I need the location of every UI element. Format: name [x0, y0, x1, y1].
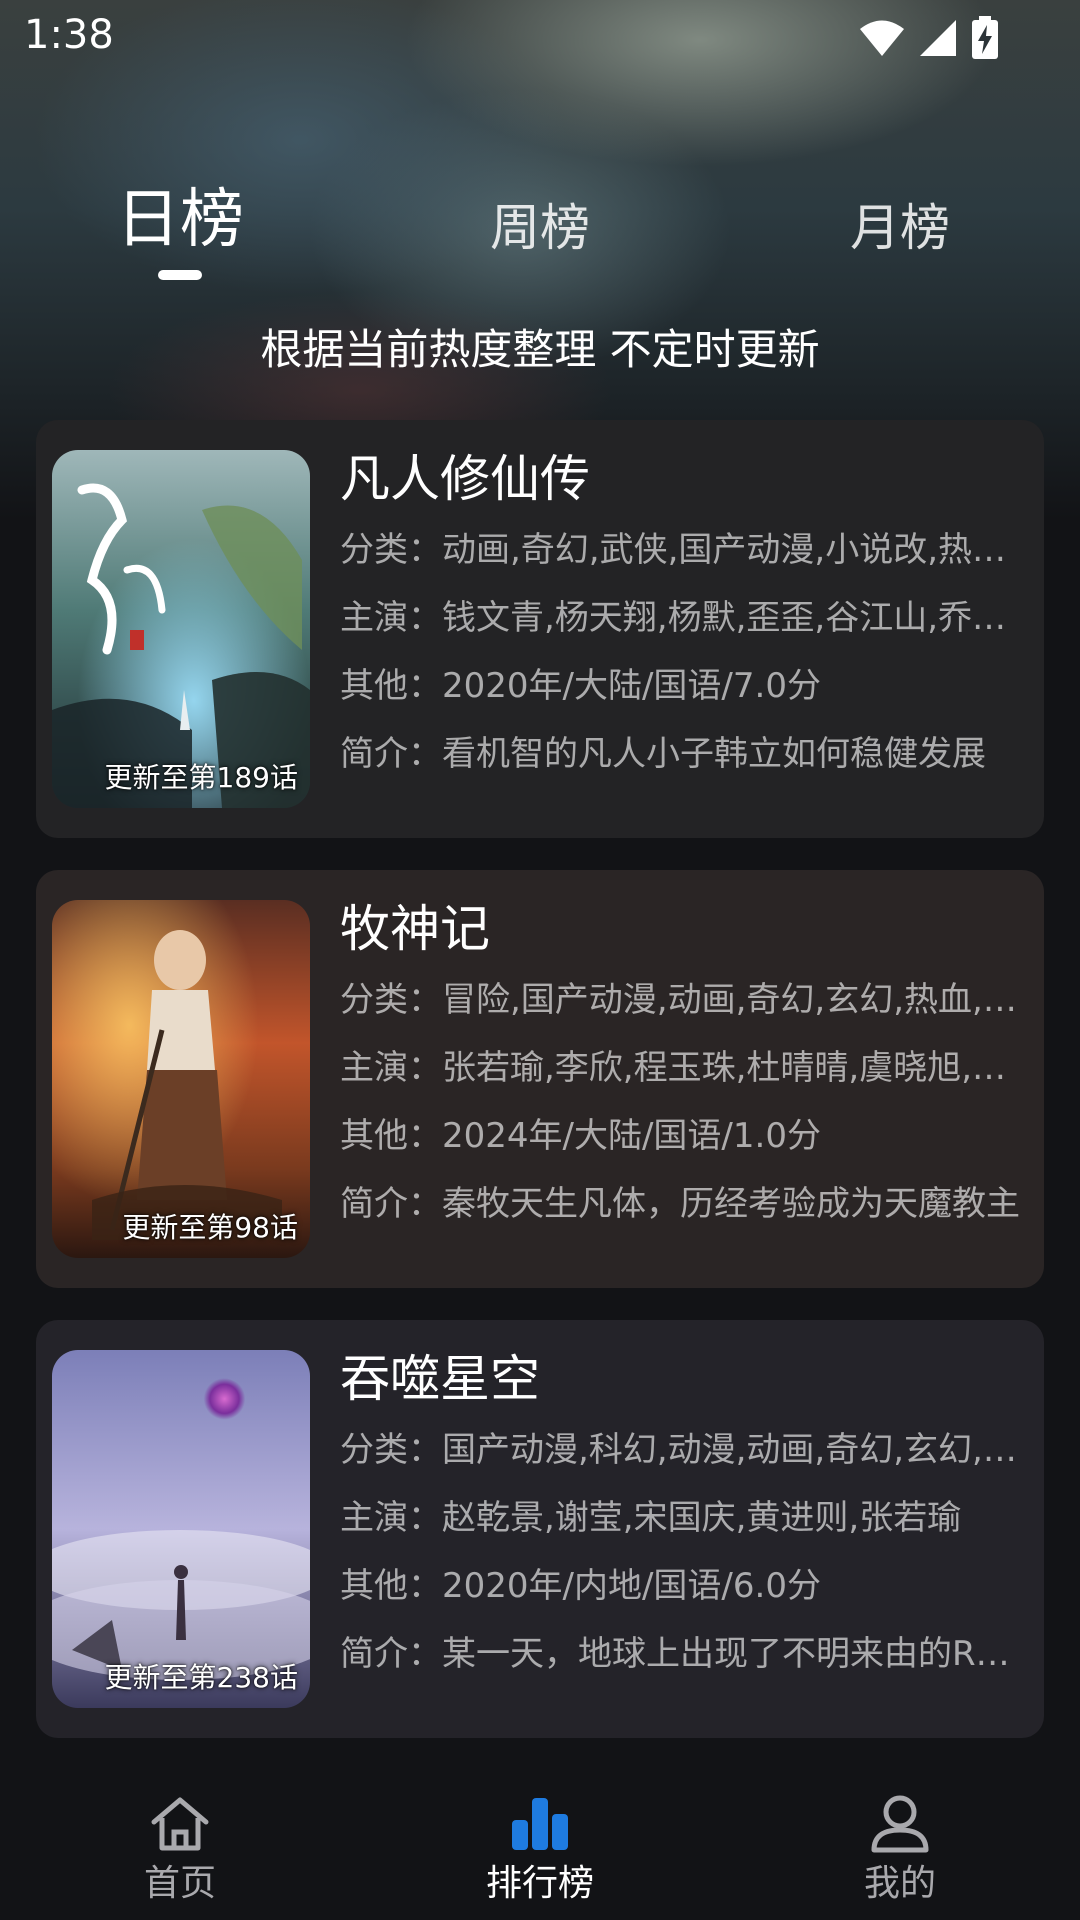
anime-intro: 简介：某一天，地球上出现了不明来由的R…	[340, 1634, 1010, 1674]
status-icons	[858, 16, 1000, 64]
tab-daily[interactable]: 日榜	[116, 180, 244, 260]
anime-card[interactable]: 更新至第98话 牧神记 分类：冒险,国产动漫,动画,奇幻,玄幻,热血,小说改 主…	[36, 870, 1044, 1288]
anime-cast: 主演：赵乾景,谢莹,宋国庆,黄进则,张若瑜	[340, 1498, 962, 1538]
status-bar: 1:38	[0, 0, 1080, 76]
episode-badge: 更新至第238话	[104, 1661, 298, 1694]
status-time: 1:38	[24, 12, 114, 58]
episode-badge: 更新至第98话	[122, 1211, 298, 1244]
anime-info: 吞噬星空 分类：国产动漫,科幻,动漫,动画,奇幻,玄幻,热血 主演：赵乾景,谢莹…	[340, 1344, 1020, 1688]
anime-info: 牧神记 分类：冒险,国产动漫,动画,奇幻,玄幻,热血,小说改 主演：张若瑜,李欣…	[340, 894, 1020, 1238]
anime-title: 牧神记	[340, 900, 490, 958]
battery-charging-icon	[970, 16, 1000, 64]
tab-monthly[interactable]: 月榜	[850, 188, 950, 268]
anime-title: 吞噬星空	[340, 1350, 540, 1408]
ranking-subtitle: 根据当前热度整理 不定时更新	[260, 325, 820, 374]
nav-profile-label: 我的	[863, 1863, 936, 1904]
wifi-icon	[858, 18, 906, 62]
anime-intro: 简介：看机智的凡人小子韩立如何稳健发展	[340, 734, 986, 774]
anime-cast: 主演：钱文青,杨天翔,杨默,歪歪,谷江山,乔诗语	[340, 598, 1020, 638]
nav-home-label: 首页	[143, 1863, 216, 1904]
user-icon	[800, 1794, 1000, 1858]
home-icon	[80, 1794, 280, 1858]
nav-ranking-label: 排行榜	[485, 1863, 594, 1904]
bar-chart-icon	[440, 1794, 640, 1858]
signal-icon	[918, 18, 958, 62]
anime-other: 其他：2024年/大陆/国语/1.0分	[340, 1116, 821, 1156]
anime-title: 凡人修仙传	[340, 450, 590, 508]
anime-card[interactable]: 更新至第189话 凡人修仙传 分类：动画,奇幻,武侠,国产动漫,小说改,热血,古…	[36, 420, 1044, 838]
anime-other: 其他：2020年/大陆/国语/7.0分	[340, 666, 821, 706]
anime-card[interactable]: 更新至第238话 吞噬星空 分类：国产动漫,科幻,动漫,动画,奇幻,玄幻,热血 …	[36, 1320, 1044, 1738]
anime-cast: 主演：张若瑜,李欣,程玉珠,杜晴晴,虞晓旭,阎萌萌	[340, 1048, 1020, 1088]
anime-info: 凡人修仙传 分类：动画,奇幻,武侠,国产动漫,小说改,热血,古装 主演：钱文青,…	[340, 444, 1020, 788]
poster-image: 更新至第189话	[52, 450, 310, 808]
ranking-screen: 1:38 日榜 周榜 月榜 根据当前热度整理 不定时更新 更新至第189话 凡人…	[0, 0, 1080, 1920]
episode-badge: 更新至第189话	[104, 761, 298, 794]
active-tab-indicator	[158, 270, 202, 280]
nav-ranking[interactable]: 排行榜	[440, 1794, 640, 1906]
bottom-navigation: 首页 排行榜 我的	[0, 1770, 1080, 1920]
anime-category: 分类：国产动漫,科幻,动漫,动画,奇幻,玄幻,热血	[340, 1430, 1020, 1470]
anime-category: 分类：动画,奇幻,武侠,国产动漫,小说改,热血,古装	[340, 530, 1020, 570]
tab-weekly[interactable]: 周榜	[490, 188, 590, 268]
anime-category: 分类：冒险,国产动漫,动画,奇幻,玄幻,热血,小说改	[340, 980, 1020, 1020]
poster-image: 更新至第98话	[52, 900, 310, 1258]
nav-home[interactable]: 首页	[80, 1794, 280, 1906]
anime-other: 其他：2020年/内地/国语/6.0分	[340, 1566, 821, 1606]
poster-image: 更新至第238话	[52, 1350, 310, 1708]
anime-intro: 简介：秦牧天生凡体，历经考验成为天魔教主	[340, 1184, 1020, 1224]
ranking-tabs: 日榜 周榜 月榜	[0, 180, 1080, 280]
nav-profile[interactable]: 我的	[800, 1794, 1000, 1906]
